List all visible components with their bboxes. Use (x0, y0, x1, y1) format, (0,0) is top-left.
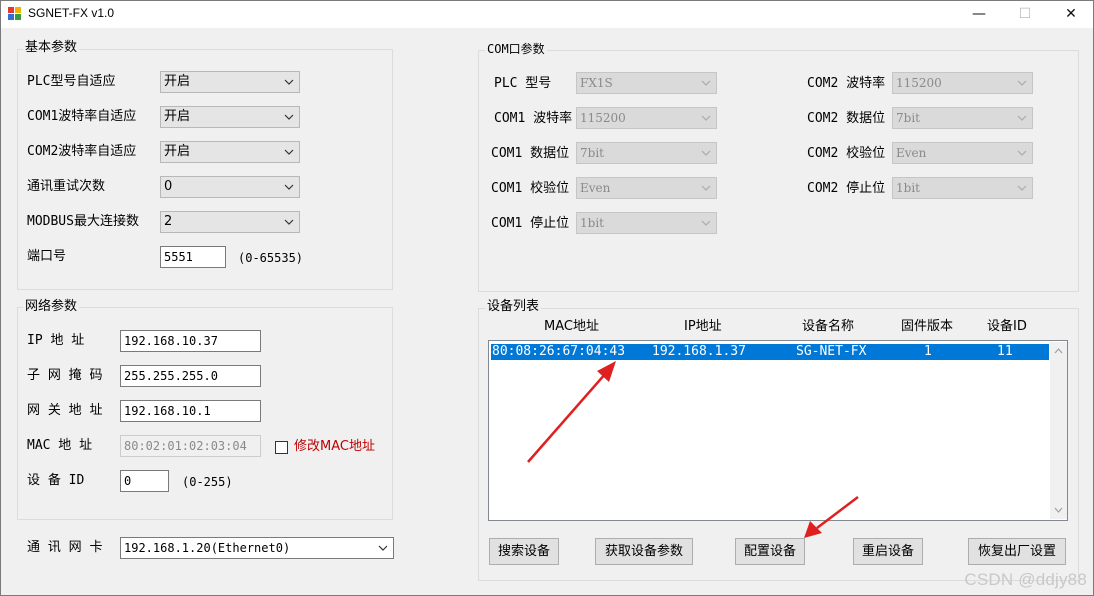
annotation-overlay (527, 361, 859, 538)
arrow-to-configure-icon (804, 496, 859, 538)
watermark: CSDN @ddjy88 (964, 570, 1087, 589)
main-window: SGNET-FX v1.0 — ☐ ✕ 基本参数 PLC型号自适应 开启 COM… (0, 0, 1094, 596)
arrow-to-mac-icon (527, 361, 616, 463)
